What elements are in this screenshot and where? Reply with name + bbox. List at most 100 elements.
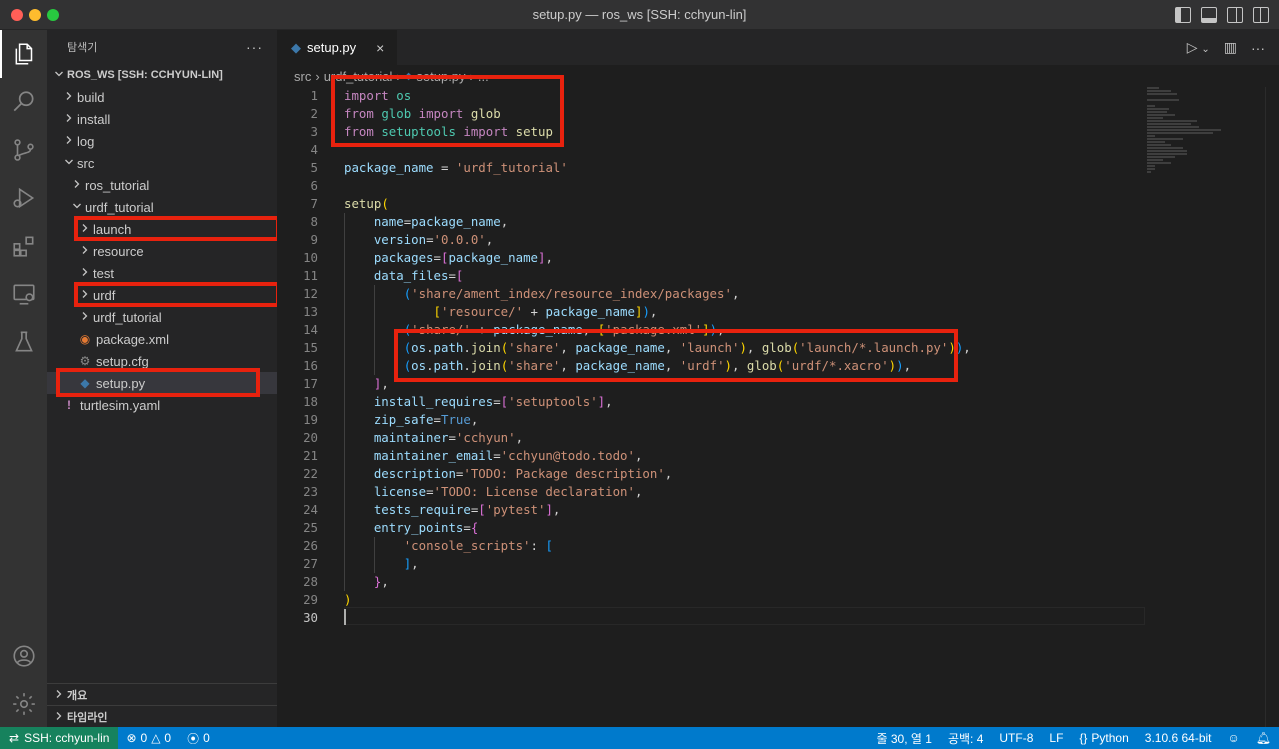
- code-line: 30: [303, 610, 318, 625]
- code-line: 19 zip_safe=True,: [303, 411, 479, 429]
- close-tab-icon[interactable]: ×: [376, 40, 384, 56]
- customize-layout-icon[interactable]: [1253, 7, 1269, 23]
- explorer-icon[interactable]: [0, 30, 47, 78]
- tree-file[interactable]: ! turtlesim.yaml: [47, 394, 277, 416]
- chevron-right-icon: ›: [396, 68, 401, 84]
- chevron-right-icon: [51, 710, 67, 724]
- file-tree: build install log src ros_tutorial urdf_tutor…: [47, 86, 277, 416]
- account-icon[interactable]: [0, 632, 47, 680]
- settings-gear-icon[interactable]: [0, 680, 47, 728]
- error-icon: ⊗: [126, 731, 137, 745]
- chevron-right-icon: [51, 688, 67, 702]
- run-file-icon[interactable]: ▷ ⌄: [1187, 39, 1210, 56]
- python-file-icon: ◆: [291, 39, 301, 55]
- notifications-bell-icon[interactable]: 🔔︎: [1248, 731, 1279, 745]
- chevron-right-icon: [61, 134, 77, 148]
- tree-folder[interactable]: log: [47, 130, 277, 152]
- tree-file[interactable]: ⚙ setup.cfg: [47, 350, 277, 372]
- code-line: 26 'console_scripts': [: [303, 537, 553, 555]
- indentation[interactable]: 공백: 4: [940, 730, 991, 747]
- feedback-icon[interactable]: ☺: [1220, 731, 1248, 745]
- tree-file[interactable]: ◉ package.xml: [47, 328, 277, 350]
- timeline-section[interactable]: 타임라인: [47, 705, 277, 727]
- cursor-position[interactable]: 줄 30, 열 1: [869, 730, 940, 747]
- code-line: 20 maintainer='cchyun',: [303, 429, 524, 447]
- split-editor-icon[interactable]: ▥: [1224, 39, 1237, 56]
- python-file-icon: ◆: [80, 376, 90, 390]
- timeline-label: 타임라인: [67, 711, 108, 724]
- toggle-sidebar-icon[interactable]: [1175, 7, 1191, 23]
- tree-folder[interactable]: urdf_tutorial: [47, 196, 277, 218]
- code-editor[interactable]: 1 import os 2 from glob import glob 3 from …: [277, 87, 1147, 627]
- code-line: 21 maintainer_email='cchyun@todo.todo',: [303, 447, 643, 465]
- outline-label: 개요: [67, 689, 88, 702]
- tree-item-label: setup.py: [96, 375, 146, 391]
- ports-indicator[interactable]: ⦿ 0: [179, 730, 218, 747]
- explorer-title: 탐색기: [67, 42, 98, 54]
- code-line: 15 (os.path.join('share', package_name, …: [303, 339, 971, 357]
- search-icon[interactable]: [0, 78, 47, 126]
- run-debug-icon[interactable]: [0, 174, 47, 222]
- tab-setup-py[interactable]: ◆ setup.py ×: [277, 30, 397, 65]
- warning-icon: △: [151, 731, 161, 745]
- tree-file[interactable]: ◆ setup.py: [47, 372, 277, 394]
- outline-section[interactable]: 개요: [47, 683, 277, 705]
- remote-indicator[interactable]: ⇄ SSH: cchyun-lin: [0, 727, 119, 749]
- code-line: 25 entry_points={: [303, 519, 479, 537]
- chevron-right-icon: [61, 112, 77, 126]
- minimap[interactable]: [1147, 87, 1265, 187]
- tree-folder[interactable]: test: [47, 262, 277, 284]
- breadcrumb-src[interactable]: src: [294, 69, 311, 84]
- tree-item-label: src: [77, 155, 95, 171]
- status-bar: ⇄ SSH: cchyun-lin ⊗ 0 △ 0 ⦿ 0 줄 30, 열 1 …: [0, 727, 1279, 749]
- code-line: 13 ['resource/' + package_name]),: [303, 303, 658, 321]
- code-line: 9 version='0.0.0',: [310, 231, 494, 249]
- toggle-secondary-sidebar-icon[interactable]: [1227, 7, 1243, 23]
- code-line: 23 license='TODO: License declaration',: [303, 483, 643, 501]
- code-line: 10 packages=[package_name],: [303, 249, 553, 267]
- tree-item-label: urdf_tutorial: [93, 309, 162, 325]
- code-line: 1 import os: [310, 88, 412, 103]
- tree-folder[interactable]: build: [47, 86, 277, 108]
- yaml-file-icon: !: [67, 398, 71, 412]
- problems-indicator[interactable]: ⊗ 0 △ 0: [118, 731, 179, 745]
- explorer-sidebar: 탐색기 ··· ROS_WS [SSH: CCHYUN-LIN] build in…: [47, 30, 277, 727]
- tree-item-label: ros_tutorial: [85, 177, 150, 193]
- language-label: Python: [1091, 731, 1129, 745]
- source-control-icon[interactable]: [0, 126, 47, 174]
- breadcrumb-urdf-tutorial[interactable]: urdf_tutorial: [324, 69, 393, 84]
- tree-folder[interactable]: launch: [47, 218, 277, 240]
- language-mode[interactable]: {} Python: [1071, 731, 1136, 745]
- extensions-icon[interactable]: [0, 222, 47, 270]
- tab-label: setup.py: [307, 40, 357, 55]
- error-count: 0: [140, 731, 148, 745]
- toggle-panel-icon[interactable]: [1201, 7, 1217, 23]
- tree-folder[interactable]: urdf_tutorial: [47, 306, 277, 328]
- tree-folder[interactable]: resource: [47, 240, 277, 262]
- rss-file-icon: ◉: [79, 332, 91, 346]
- remote-explorer-icon[interactable]: [0, 270, 47, 318]
- workspace-header[interactable]: ROS_WS [SSH: CCHYUN-LIN]: [47, 64, 277, 86]
- tree-folder[interactable]: urdf: [47, 284, 277, 306]
- more-actions-icon[interactable]: ···: [1251, 40, 1265, 56]
- vertical-scrollbar[interactable]: [1265, 87, 1279, 727]
- tree-folder[interactable]: src: [47, 152, 277, 174]
- chevron-right-icon: [77, 310, 93, 324]
- more-actions-icon[interactable]: ···: [246, 39, 263, 55]
- chevron-right-icon: [77, 288, 93, 302]
- encoding[interactable]: UTF-8: [991, 731, 1041, 745]
- breadcrumb: src › urdf_tutorial › ◆ setup.py › ...: [277, 65, 1279, 87]
- tree-item-label: launch: [93, 221, 132, 237]
- chevron-right-icon: [69, 178, 85, 192]
- code-line: 17 ],: [303, 375, 389, 393]
- breadcrumb-symbol[interactable]: ...: [478, 69, 489, 84]
- python-interpreter[interactable]: 3.10.6 64-bit: [1137, 731, 1220, 745]
- code-line: 18 install_requires=['setuptools'],: [303, 393, 613, 411]
- tree-folder[interactable]: ros_tutorial: [47, 174, 277, 196]
- tree-folder[interactable]: install: [47, 108, 277, 130]
- testing-icon[interactable]: [0, 318, 47, 366]
- breadcrumb-setup-py[interactable]: setup.py: [416, 69, 465, 84]
- end-of-line[interactable]: LF: [1041, 731, 1071, 745]
- tree-item-label: build: [77, 89, 105, 105]
- tree-item-label: turtlesim.yaml: [80, 397, 161, 413]
